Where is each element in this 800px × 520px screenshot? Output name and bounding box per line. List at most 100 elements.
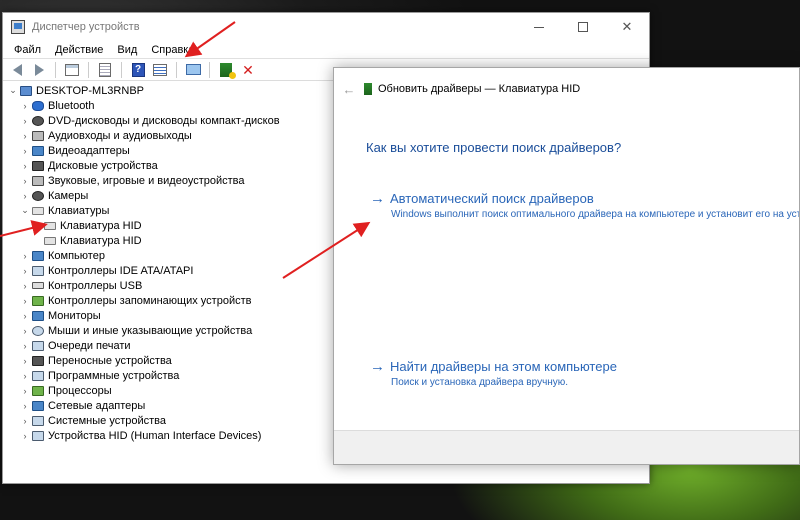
tree-item[interactable]: › Мыши и иные указывающие устройства — [7, 323, 337, 338]
computer-icon — [20, 85, 32, 96]
menu-view[interactable]: Вид — [110, 44, 144, 56]
minimize-icon — [534, 26, 544, 28]
tree-item[interactable]: › Компьютер — [7, 248, 337, 263]
chevron-right-icon[interactable]: › — [19, 116, 31, 126]
mouse-icon — [32, 325, 44, 336]
chevron-right-icon[interactable]: › — [19, 146, 31, 156]
computer-icon — [32, 250, 44, 261]
minimize-button[interactable] — [517, 13, 561, 41]
network-adapter-icon — [32, 400, 44, 411]
chevron-right-icon[interactable]: › — [19, 251, 31, 261]
toolbar-separator — [121, 61, 122, 78]
print-queue-icon — [32, 340, 44, 351]
tree-item[interactable]: › Аудиовходы и аудиовыходы — [7, 128, 337, 143]
arrow-right-icon: → — [370, 190, 385, 207]
auto-search-head: → Автоматический поиск драйверов — [370, 190, 799, 207]
tree-item[interactable]: › Дисковые устройства — [7, 158, 337, 173]
tree-item[interactable]: ⌄ Клавиатуры — [7, 203, 337, 218]
tree-item[interactable]: › Очереди печати — [7, 338, 337, 353]
chevron-right-icon[interactable]: › — [19, 386, 31, 396]
auto-search-option[interactable]: → Автоматический поиск драйверов Windows… — [370, 190, 800, 220]
scan-hardware-button[interactable] — [183, 61, 203, 79]
document-button[interactable] — [95, 61, 115, 79]
chevron-right-icon[interactable]: › — [19, 431, 31, 441]
arrow-right-icon: → — [370, 358, 385, 375]
menu-help[interactable]: Справка — [144, 44, 201, 56]
tree-item[interactable]: › Системные устройства — [7, 413, 337, 428]
tree-root[interactable]: ⌄ DESKTOP-ML3RNBP — [7, 83, 337, 98]
menu-action[interactable]: Действие — [48, 44, 110, 56]
monitor-icon — [32, 310, 44, 321]
tree-item[interactable]: › Переносные устройства — [7, 353, 337, 368]
tree-item[interactable]: › Программные устройства — [7, 368, 337, 383]
usb-icon — [32, 282, 44, 289]
tree-item[interactable]: › Сетевые адаптеры — [7, 398, 337, 413]
hid-icon — [32, 430, 44, 441]
maximize-icon — [578, 22, 588, 32]
keyboard-icon — [32, 206, 44, 215]
device-icon — [364, 83, 372, 95]
tree-item-label: Видеоадаптеры — [48, 144, 130, 157]
maximize-button[interactable] — [561, 13, 605, 41]
tree-item-label: Программные устройства — [48, 369, 180, 382]
tree-item-label: Переносные устройства — [48, 354, 172, 367]
toolbar-separator — [176, 61, 177, 78]
tree-item[interactable]: › Устройства HID (Human Interface Devices… — [7, 428, 337, 443]
disk-icon — [32, 160, 44, 171]
chevron-right-icon[interactable]: › — [19, 176, 31, 186]
tree-item[interactable]: › Контроллеры запоминающих устройств — [7, 293, 337, 308]
forward-button[interactable] — [29, 61, 49, 79]
chevron-right-icon[interactable]: › — [19, 281, 31, 291]
tree-item[interactable]: › DVD-дисководы и дисководы компакт-диско… — [7, 113, 337, 128]
chevron-right-icon[interactable]: › — [19, 131, 31, 141]
chevron-right-icon[interactable]: › — [19, 356, 31, 366]
close-button[interactable]: ✕ — [605, 13, 649, 41]
chevron-right-icon[interactable]: › — [19, 266, 31, 276]
chevron-right-icon[interactable]: › — [19, 101, 31, 111]
tree-item-label: DVD-дисководы и дисководы компакт-дисков — [48, 114, 280, 127]
tree-item[interactable]: › Видеоадаптеры — [7, 143, 337, 158]
window-title: Диспетчер устройств — [32, 21, 140, 33]
forward-icon — [34, 63, 44, 76]
view-list-button[interactable] — [150, 61, 170, 79]
chevron-right-icon[interactable]: › — [19, 341, 31, 351]
tree-item[interactable]: › Процессоры — [7, 383, 337, 398]
browse-computer-title[interactable]: Найти драйверы на этом компьютере — [390, 359, 617, 374]
chevron-down-icon[interactable]: ⌄ — [19, 205, 31, 216]
audio-icon — [32, 130, 44, 141]
chevron-right-icon[interactable]: › — [19, 161, 31, 171]
dialog-title: Обновить драйверы — Клавиатура HID — [378, 83, 581, 95]
browse-computer-description: Поиск и установка драйвера вручную. — [391, 377, 569, 388]
chevron-right-icon[interactable]: › — [19, 311, 31, 321]
tree-child-item[interactable]: Клавиатура HID — [7, 218, 337, 233]
keyboard-icon — [44, 221, 56, 230]
update-driver-button[interactable] — [216, 61, 236, 79]
back-icon — [12, 63, 22, 76]
tree-child-item[interactable]: Клавиатура HID — [7, 233, 337, 248]
back-arrow-icon[interactable]: ← — [340, 82, 358, 97]
browse-computer-option[interactable]: → Найти драйверы на этом компьютере Поис… — [370, 358, 617, 388]
chevron-right-icon[interactable]: › — [19, 371, 31, 381]
auto-search-title[interactable]: Автоматический поиск драйверов — [390, 191, 594, 206]
remove-device-button[interactable]: ✕ — [238, 61, 258, 79]
menu-file[interactable]: Файл — [7, 44, 48, 56]
camera-icon — [32, 190, 44, 201]
tree-item[interactable]: › Мониторы — [7, 308, 337, 323]
tree-item[interactable]: › Камеры — [7, 188, 337, 203]
browse-computer-head: → Найти драйверы на этом компьютере — [370, 358, 617, 375]
chevron-right-icon[interactable]: › — [19, 191, 31, 201]
tree-item-label: Аудиовходы и аудиовыходы — [48, 129, 192, 142]
properties-button[interactable] — [62, 61, 82, 79]
auto-search-description: Windows выполнит поиск оптимального драй… — [391, 209, 800, 220]
help-button[interactable]: ? — [128, 61, 148, 79]
tree-item[interactable]: › Звуковые, игровые и видеоустройства — [7, 173, 337, 188]
tree-item[interactable]: › Bluetooth — [7, 98, 337, 113]
chevron-right-icon[interactable]: › — [19, 326, 31, 336]
chevron-right-icon[interactable]: › — [19, 296, 31, 306]
chevron-right-icon[interactable]: › — [19, 416, 31, 426]
chevron-down-icon[interactable]: ⌄ — [7, 85, 19, 96]
tree-item[interactable]: › Контроллеры IDE ATA/ATAPI — [7, 263, 337, 278]
back-button[interactable] — [7, 61, 27, 79]
tree-item[interactable]: › Контроллеры USB — [7, 278, 337, 293]
chevron-right-icon[interactable]: › — [19, 401, 31, 411]
